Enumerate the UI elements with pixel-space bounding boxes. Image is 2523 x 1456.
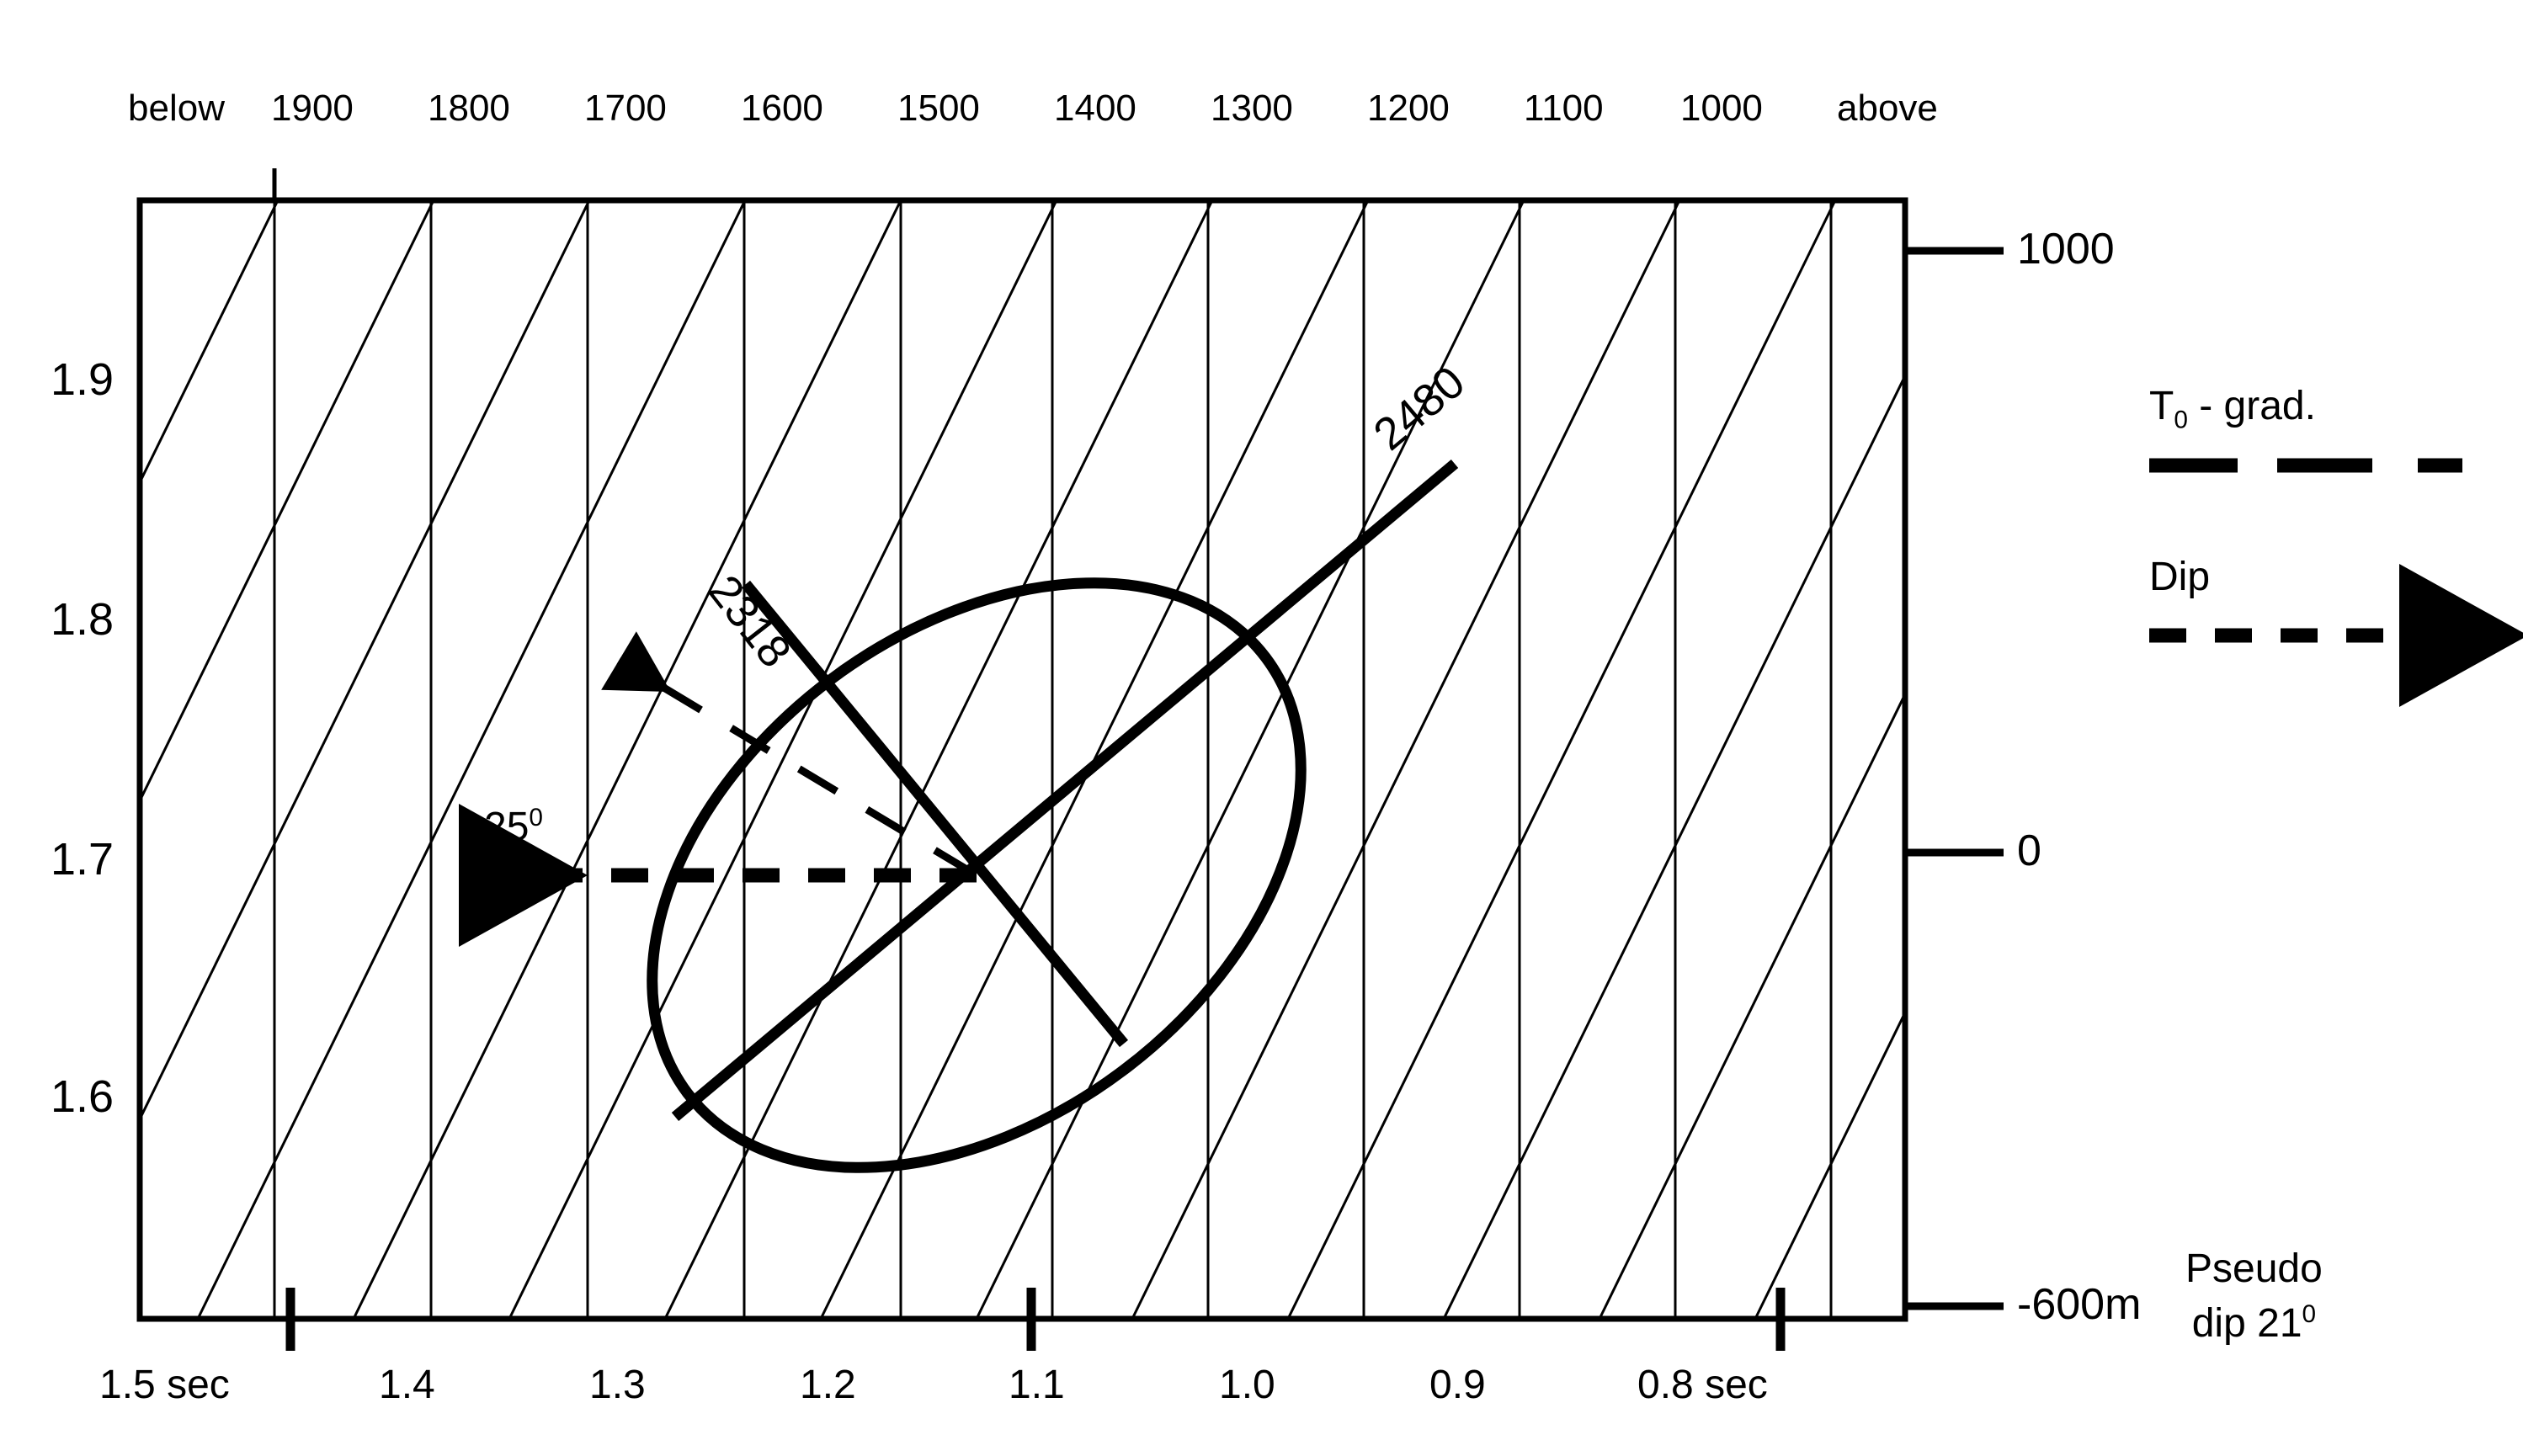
bottom-tick-1-2: 1.2 xyxy=(800,1363,856,1407)
plot-grid xyxy=(140,200,1905,1319)
top-tick-1600: 1600 xyxy=(741,88,823,129)
pseudo-dip-line1: Pseudo xyxy=(2185,1246,2323,1291)
pseudo-dip-text: dip 21 xyxy=(2191,1300,2302,1346)
velocity-ellipse-group xyxy=(459,460,1459,1173)
left-tick-1-9: 1.9 xyxy=(51,354,114,405)
right-tick-0: 0 xyxy=(2017,826,2041,875)
dip-angle-label: 250 xyxy=(484,804,543,850)
top-tick-1000: 1000 xyxy=(1680,88,1763,129)
top-tick-below: below xyxy=(128,88,225,129)
bottom-tick-0-9: 0.9 xyxy=(1429,1363,1486,1407)
legend-symbols xyxy=(2149,458,2523,707)
pseudo-dip-block: Pseudo dip 210 xyxy=(2185,1242,2323,1352)
bottom-tick-1-4: 1.4 xyxy=(379,1363,435,1407)
pseudo-dip-degree-symbol: 0 xyxy=(2302,1299,2317,1328)
bottom-tick-1-3: 1.3 xyxy=(589,1363,646,1407)
diagonal-gridlines xyxy=(140,200,1905,1319)
legend-dip-label: Dip xyxy=(2149,555,2211,599)
plot-frame xyxy=(136,197,1908,1322)
top-tick-above: above xyxy=(1837,88,1938,129)
top-tick-1800: 1800 xyxy=(428,88,510,129)
legend-t0-main: T xyxy=(2149,384,2174,428)
left-tick-1-6: 1.6 xyxy=(51,1071,114,1122)
dip-angle-degree-symbol: 0 xyxy=(529,804,543,832)
left-tick-1-8: 1.8 xyxy=(51,594,114,645)
bottom-tick-1-0: 1.0 xyxy=(1219,1363,1275,1407)
right-tick-1000: 1000 xyxy=(2017,225,2115,274)
figure-root: below 1900 1800 1700 1600 1500 1400 1300… xyxy=(0,0,2523,1456)
legend-t0-grad-label: T0 - grad. xyxy=(2149,383,2316,435)
right-tick-minus600m: -600m xyxy=(2017,1280,2142,1329)
left-tick-1-7: 1.7 xyxy=(51,834,114,885)
diagram-svg xyxy=(136,168,2523,1351)
top-tick-1700: 1700 xyxy=(584,88,667,129)
bottom-tick-1-1: 1.1 xyxy=(1009,1363,1065,1407)
top-tick-1900: 1900 xyxy=(271,88,354,129)
top-tick-1300: 1300 xyxy=(1211,88,1293,129)
pseudo-dip-line2: dip 210 xyxy=(2185,1297,2323,1352)
legend-t0-subscript: 0 xyxy=(2174,406,2188,434)
bottom-tick-1-5sec: 1.5 sec xyxy=(99,1363,230,1407)
top-tick-1500: 1500 xyxy=(897,88,980,129)
top-tick-1100: 1100 xyxy=(1524,88,1604,129)
dip-angle-value: 25 xyxy=(484,805,530,849)
top-tick-1200: 1200 xyxy=(1367,88,1450,129)
t0-gradient-ray xyxy=(601,631,975,876)
right-axis-ticks xyxy=(1905,247,2004,1310)
bottom-tick-0-8sec: 0.8 sec xyxy=(1637,1363,1768,1407)
legend-t0-rest: - grad. xyxy=(2187,384,2316,428)
major-axis-line xyxy=(671,460,1459,1121)
top-tick-1400: 1400 xyxy=(1054,88,1136,129)
